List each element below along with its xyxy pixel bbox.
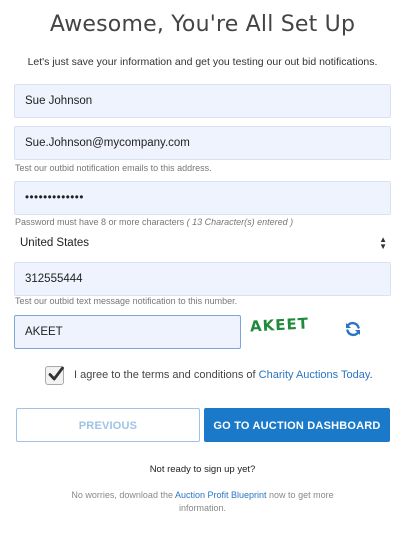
terms-label: I agree to the terms and conditions of C… [74,369,373,381]
country-select-value: United States [20,237,90,249]
terms-link[interactable]: Charity Auctions Today [259,369,370,381]
previous-button[interactable]: PREVIOUS [16,408,200,442]
phone-field[interactable]: 312555444 [14,262,391,296]
password-char-count: ( 13 Character(s) entered ) [186,217,294,227]
blueprint-link[interactable]: Auction Profit Blueprint [175,490,267,500]
captcha-input[interactable]: AKEET [14,315,241,349]
country-select[interactable]: United States ▲ ▼ [14,233,391,253]
terms-checkbox[interactable] [45,365,64,385]
password-hint: Password must have 8 or more characters … [15,217,293,227]
go-to-dashboard-button[interactable]: GO TO AUCTION DASHBOARD [204,408,390,442]
refresh-icon[interactable] [344,320,362,338]
terms-label-prefix: I agree to the terms and conditions of [74,369,256,381]
terms-row: I agree to the terms and conditions of C… [45,365,373,385]
updown-arrows-icon: ▲ ▼ [379,235,387,251]
worries-prefix: No worries, download the [71,490,173,500]
email-field[interactable]: Sue.Johnson@mycompany.com [14,126,391,160]
terms-label-suffix: . [369,369,373,381]
page-title: Awesome, You're All Set Up [49,12,356,37]
page-subtitle: Let's just save your information and get… [27,56,378,68]
download-blueprint-text: No worries, download the Auction Profit … [55,489,350,515]
check-icon [48,366,64,380]
password-field[interactable]: ••••••••••••• [14,181,391,215]
phone-hint: Test our outbid text message notificatio… [15,296,238,306]
name-field[interactable]: Sue Johnson [14,84,391,118]
captcha-image: AKEET [249,314,310,336]
not-ready-text: Not ready to sign up yet? [149,464,256,475]
password-hint-text: Password must have 8 or more characters [15,217,185,227]
email-hint: Test our outbid notification emails to t… [15,163,212,173]
